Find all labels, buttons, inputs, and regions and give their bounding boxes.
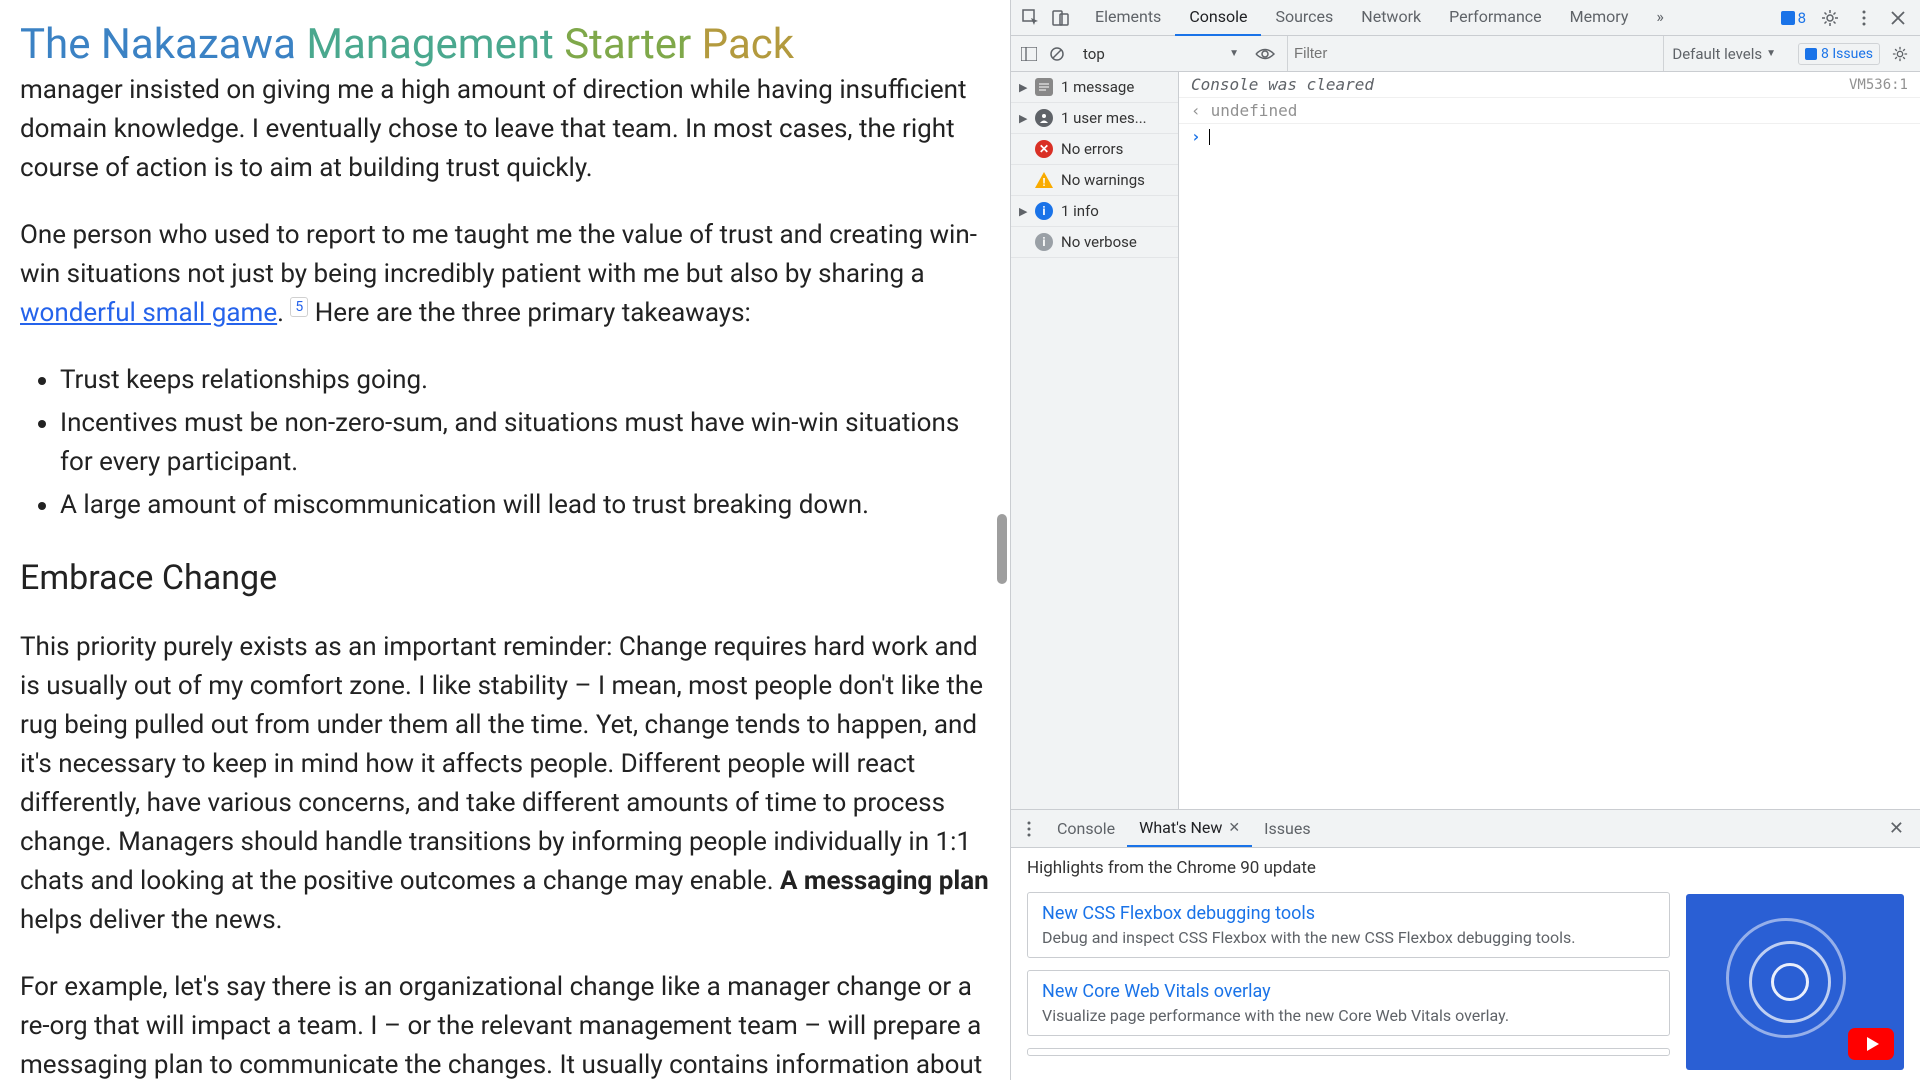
verbose-icon: i bbox=[1035, 233, 1053, 251]
card-title: New CSS Flexbox debugging tools bbox=[1042, 903, 1655, 924]
devtools-drawer: Console What's New✕ Issues ✕ Highlights … bbox=[1011, 809, 1920, 1080]
sidebar-row[interactable]: iNo verbose bbox=[1011, 227, 1178, 258]
console-output[interactable]: Console was cleared VM536:1 ‹ undefined … bbox=[1179, 72, 1920, 809]
drawer-tab-whatsnew[interactable]: What's New✕ bbox=[1127, 810, 1252, 847]
video-thumbnail[interactable] bbox=[1686, 894, 1904, 1070]
tab-elements[interactable]: Elements bbox=[1081, 0, 1175, 36]
kebab-menu-icon[interactable] bbox=[1854, 8, 1874, 28]
list-item: A large amount of miscommunication will … bbox=[60, 486, 990, 525]
page-title[interactable]: The Nakazawa Management Starter Pack bbox=[20, 20, 794, 69]
settings-gear-icon[interactable] bbox=[1820, 8, 1840, 28]
thumbnail-graphic bbox=[1726, 918, 1846, 1038]
tab-more[interactable]: » bbox=[1642, 0, 1678, 36]
close-tab-icon[interactable]: ✕ bbox=[1228, 820, 1240, 836]
console-settings-icon[interactable] bbox=[1888, 46, 1912, 62]
paragraph: This priority purely exists as an import… bbox=[20, 628, 990, 940]
console-message: Console was cleared bbox=[1191, 75, 1849, 94]
prompt-arrow-icon: › bbox=[1191, 127, 1201, 146]
list-item: Incentives must be non-zero-sum, and sit… bbox=[60, 404, 990, 482]
issues-badge[interactable]: 8 Issues bbox=[1798, 43, 1880, 65]
sidebar-row[interactable]: ✕No errors bbox=[1011, 134, 1178, 165]
game-link[interactable]: wonderful small game bbox=[20, 298, 277, 328]
context-select[interactable]: top▼ bbox=[1075, 42, 1247, 66]
chevron-down-icon: ▼ bbox=[1766, 48, 1776, 59]
sidebar-row[interactable]: !No warnings bbox=[1011, 165, 1178, 196]
sidebar-row[interactable]: ▶1 message bbox=[1011, 72, 1178, 103]
close-drawer-icon[interactable]: ✕ bbox=[1881, 814, 1912, 843]
feature-card[interactable]: New Core Web Vitals overlay Visualize pa… bbox=[1027, 970, 1670, 1036]
tab-network[interactable]: Network bbox=[1347, 0, 1435, 36]
close-devtools-icon[interactable] bbox=[1888, 8, 1908, 28]
text-cursor bbox=[1209, 129, 1210, 145]
feature-card[interactable]: New CSS Flexbox debugging tools Debug an… bbox=[1027, 892, 1670, 958]
console-value: undefined bbox=[1211, 101, 1298, 120]
paragraph: One person who used to report to me taug… bbox=[20, 216, 990, 333]
log-levels-select[interactable]: Default levels▼ bbox=[1663, 36, 1784, 71]
user-icon bbox=[1035, 109, 1053, 127]
return-arrow-icon: ‹ bbox=[1191, 101, 1201, 120]
info-icon: i bbox=[1035, 202, 1053, 220]
console-toolbar: top▼ Default levels▼ 8 Issues bbox=[1011, 36, 1920, 72]
error-icon: ✕ bbox=[1035, 140, 1053, 158]
console-source-link[interactable]: VM536:1 bbox=[1849, 77, 1908, 93]
live-expression-icon[interactable] bbox=[1255, 47, 1275, 61]
console-sidebar: ▶1 message ▶1 user mes... ✕No errors !No… bbox=[1011, 72, 1179, 809]
scrollbar-thumb[interactable] bbox=[997, 514, 1007, 584]
inspect-element-icon[interactable] bbox=[1021, 8, 1041, 28]
list-item: Trust keeps relationships going. bbox=[60, 361, 990, 400]
drawer-tabs: Console What's New✕ Issues ✕ bbox=[1011, 810, 1920, 848]
card-desc: Visualize page performance with the new … bbox=[1042, 1006, 1655, 1025]
footnote-ref[interactable]: 5 bbox=[290, 297, 308, 317]
chevron-down-icon: ▼ bbox=[1229, 48, 1239, 59]
card-desc: Debug and inspect CSS Flexbox with the n… bbox=[1042, 928, 1655, 947]
clear-console-icon[interactable] bbox=[1047, 44, 1067, 64]
youtube-play-icon[interactable] bbox=[1848, 1028, 1894, 1060]
device-toggle-icon[interactable] bbox=[1051, 8, 1071, 28]
article-content: manager insisted on giving me a high amo… bbox=[20, 71, 990, 1080]
paragraph: For example, let's say there is an organ… bbox=[20, 968, 990, 1080]
devtools-topbar: Elements Console Sources Network Perform… bbox=[1011, 0, 1920, 36]
article-page: The Nakazawa Management Starter Pack man… bbox=[0, 0, 1010, 1080]
filter-input[interactable] bbox=[1287, 36, 1655, 71]
tab-memory[interactable]: Memory bbox=[1556, 0, 1643, 36]
tab-performance[interactable]: Performance bbox=[1435, 0, 1556, 36]
drawer-tab-issues[interactable]: Issues bbox=[1252, 811, 1322, 846]
bullet-list: Trust keeps relationships going. Incenti… bbox=[60, 361, 990, 525]
card-title: New Core Web Vitals overlay bbox=[1042, 981, 1655, 1002]
message-icon bbox=[1035, 78, 1053, 96]
sidebar-row[interactable]: ▶i1 info bbox=[1011, 196, 1178, 227]
tab-console[interactable]: Console bbox=[1175, 0, 1261, 36]
kebab-menu-icon[interactable] bbox=[1019, 819, 1039, 839]
section-heading: Embrace Change bbox=[20, 553, 990, 604]
tab-sources[interactable]: Sources bbox=[1261, 0, 1347, 36]
drawer-tab-console[interactable]: Console bbox=[1045, 811, 1127, 846]
feature-card[interactable] bbox=[1027, 1048, 1670, 1056]
warning-icon: ! bbox=[1035, 171, 1053, 189]
devtools-tabs: Elements Console Sources Network Perform… bbox=[1081, 0, 1781, 36]
svg-text:!: ! bbox=[1043, 176, 1046, 188]
devtools-panel: Elements Console Sources Network Perform… bbox=[1010, 0, 1920, 1080]
highlights-heading: Highlights from the Chrome 90 update bbox=[1027, 858, 1670, 878]
error-count-badge[interactable]: 8 bbox=[1781, 9, 1806, 27]
sidebar-row[interactable]: ▶1 user mes... bbox=[1011, 103, 1178, 134]
sidebar-toggle-icon[interactable] bbox=[1019, 44, 1039, 64]
paragraph: manager insisted on giving me a high amo… bbox=[20, 71, 990, 188]
